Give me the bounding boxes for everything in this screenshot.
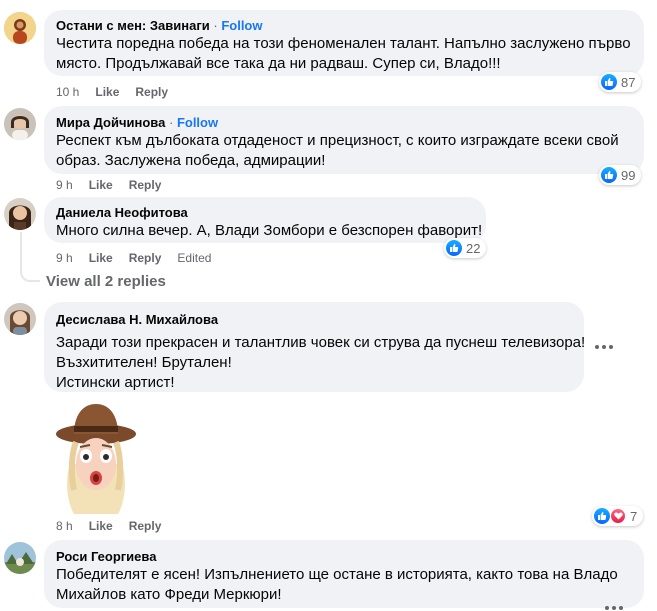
like-button[interactable]: Like bbox=[95, 84, 119, 100]
comment-bubble: Остани с мен: Завинаги · Follow Честита … bbox=[44, 10, 644, 76]
reaction-count-badge[interactable]: 7 bbox=[592, 506, 644, 526]
more-options-icon[interactable] bbox=[600, 598, 628, 611]
reaction-count: 99 bbox=[621, 167, 636, 183]
like-button[interactable]: Like bbox=[89, 177, 113, 193]
avatar[interactable] bbox=[4, 542, 36, 574]
reaction-count: 22 bbox=[466, 240, 481, 256]
comment-text-line: място. Продължавай все така да ни радваш… bbox=[56, 55, 501, 72]
comment-timestamp[interactable]: 9 h bbox=[56, 250, 73, 266]
view-replies-link[interactable]: View all 2 replies bbox=[46, 273, 166, 290]
reaction-count-badge[interactable]: 99 bbox=[599, 165, 642, 185]
like-button[interactable]: Like bbox=[89, 250, 113, 266]
comment-actions: 10 h Like Reply bbox=[56, 84, 184, 100]
comment-author[interactable]: Остани с мен: Завинаги bbox=[56, 18, 210, 33]
comment-timestamp[interactable]: 9 h bbox=[56, 177, 73, 193]
comment-bubble: Даниела Неофитова Много силна вечер. А, … bbox=[44, 197, 486, 243]
reply-button[interactable]: Reply bbox=[129, 250, 162, 266]
comment-author[interactable]: Мира Дойчинова bbox=[56, 115, 165, 130]
comment-text-line: образ. Заслужена победа, адмирации! bbox=[56, 152, 326, 169]
heart-icon bbox=[610, 508, 626, 524]
comment-bubble: Мира Дойчинова · Follow Респект към дълб… bbox=[44, 106, 644, 174]
reaction-count-badge[interactable]: 87 bbox=[599, 72, 642, 92]
follow-button[interactable]: Follow bbox=[177, 115, 218, 130]
comment-text-line: Възхитителен! Брутален! bbox=[56, 354, 232, 371]
comment-timestamp[interactable]: 10 h bbox=[56, 84, 79, 100]
comment-text-line: Истински артист! bbox=[56, 374, 175, 391]
separator-dot: · bbox=[213, 18, 218, 33]
reaction-count: 87 bbox=[621, 74, 636, 90]
avatar[interactable] bbox=[4, 198, 36, 230]
sticker-image bbox=[54, 402, 138, 514]
reply-button[interactable]: Reply bbox=[129, 177, 162, 193]
avatar[interactable] bbox=[4, 12, 36, 44]
thread-line bbox=[20, 232, 22, 262]
comment-author[interactable]: Даниела Неофитова bbox=[56, 204, 474, 221]
comment-timestamp[interactable]: 8 h bbox=[56, 518, 73, 534]
thumbs-up-icon bbox=[601, 167, 617, 183]
edited-label: Edited bbox=[177, 251, 212, 265]
comment-text-line: Много силна вечер. А, Влади Зомбори е бе… bbox=[56, 222, 483, 239]
thumbs-up-icon bbox=[594, 508, 610, 524]
like-button[interactable]: Like bbox=[89, 518, 113, 534]
comment-author[interactable]: Роси Георгиева bbox=[56, 548, 632, 565]
comment-bubble: Десислава Н. Михайлова Заради този прекр… bbox=[44, 302, 586, 392]
comment-text-line: Победителят е ясен! Изпълнението ще оста… bbox=[56, 566, 618, 583]
comment-text-line: Михайлов като Фреди Меркюри! bbox=[56, 586, 282, 603]
comment-actions: 9 h Like Reply bbox=[56, 177, 177, 193]
comment-text-line: Заради този прекрасен и талантлив човек … bbox=[56, 334, 586, 351]
reaction-count: 7 bbox=[630, 508, 638, 524]
comment-text-line: Честита поредна победа на този феноменал… bbox=[56, 35, 631, 52]
follow-button[interactable]: Follow bbox=[221, 18, 262, 33]
separator-dot: · bbox=[168, 115, 174, 130]
comment-actions: 9 h Like Reply Edited bbox=[56, 250, 227, 266]
thumbs-up-icon bbox=[446, 240, 462, 256]
thread-connector bbox=[20, 262, 40, 282]
reaction-count-badge[interactable]: 22 bbox=[444, 238, 487, 258]
more-options-icon[interactable] bbox=[590, 337, 618, 357]
thumbs-up-icon bbox=[601, 74, 617, 90]
avatar[interactable] bbox=[4, 303, 36, 335]
reply-button[interactable]: Reply bbox=[129, 518, 162, 534]
avatar[interactable] bbox=[4, 108, 36, 140]
reply-button[interactable]: Reply bbox=[135, 84, 168, 100]
comment-text-line: Респект към дълбоката отдаденост и преци… bbox=[56, 132, 619, 149]
comment-author[interactable]: Десислава Н. Михайлова bbox=[56, 311, 572, 328]
comment-actions: 8 h Like Reply bbox=[56, 518, 177, 534]
comment-bubble: Роси Георгиева Победителят е ясен! Изпъл… bbox=[44, 540, 644, 608]
